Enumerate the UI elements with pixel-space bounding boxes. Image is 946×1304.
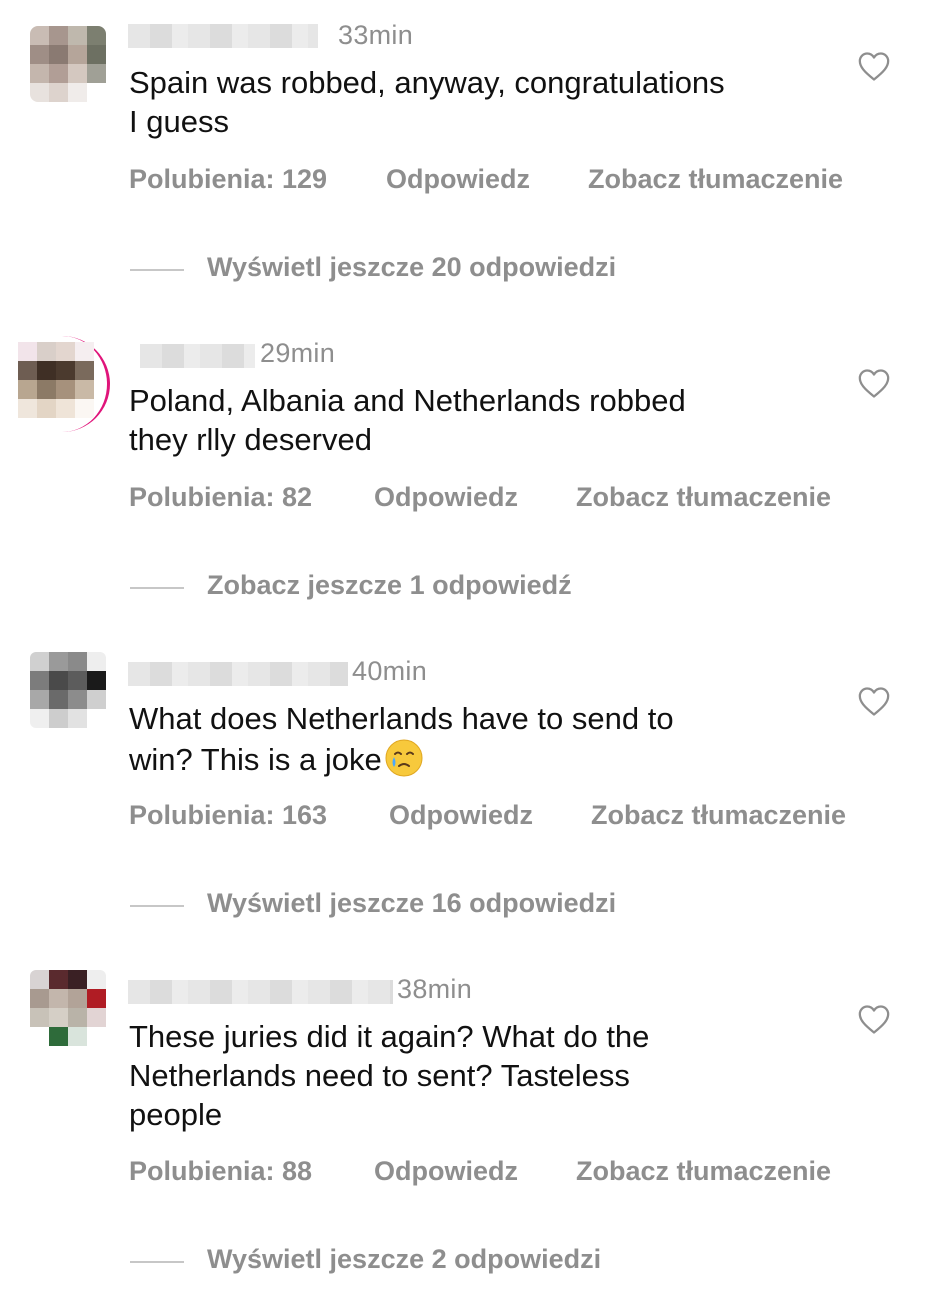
comment-time: 38min [397,974,473,1004]
comment-time: 40min [352,656,428,686]
likes-count[interactable]: Polubienia: 129 [129,164,327,195]
avatar[interactable] [30,26,106,102]
divider-line [130,269,184,271]
comment-time: 29min [260,338,336,368]
avatar[interactable] [30,970,106,1046]
likes-count[interactable]: Polubienia: 82 [129,482,312,513]
view-replies-label: Wyświetl jeszcze 16 odpowiedzi [207,888,617,918]
comment-time: 33min [338,20,414,50]
divider-line [130,587,184,589]
heart-outline-icon[interactable] [857,50,891,82]
likes-count[interactable]: Polubienia: 163 [129,800,327,831]
see-translation-button[interactable]: Zobacz tłumaczenie [591,800,846,831]
avatar[interactable] [18,342,94,418]
see-translation-button[interactable]: Zobacz tłumaczenie [576,1156,831,1187]
reply-button[interactable]: Odpowiedz [386,164,530,195]
username-redacted[interactable] [140,344,255,368]
view-replies-label: Zobacz jeszcze 1 odpowiedź [207,570,572,600]
view-replies-label: Wyświetl jeszcze 20 odpowiedzi [207,252,617,282]
likes-count[interactable]: Polubienia: 88 [129,1156,312,1187]
see-translation-button[interactable]: Zobacz tłumaczenie [588,164,843,195]
see-translation-button[interactable]: Zobacz tłumaczenie [576,482,831,513]
comment-text: These juries did it again? What do the N… [129,1019,650,1132]
divider-line [130,1261,184,1263]
divider-line [130,905,184,907]
username-redacted[interactable] [128,662,348,686]
reply-button[interactable]: Odpowiedz [374,482,518,513]
view-replies-label: Wyświetl jeszcze 2 odpowiedzi [207,1244,602,1274]
reply-button[interactable]: Odpowiedz [389,800,533,831]
comment-text: What does Netherlands have to send to wi… [129,699,829,779]
username-redacted[interactable] [128,980,393,1004]
comment-text: Poland, Albania and Netherlands robbed t… [129,383,686,457]
comment-text: Spain was robbed, anyway, congratulation… [129,65,725,139]
heart-outline-icon[interactable] [857,685,891,717]
reply-button[interactable]: Odpowiedz [374,1156,518,1187]
username-redacted[interactable] [128,24,318,48]
heart-outline-icon[interactable] [857,1003,891,1035]
avatar[interactable] [30,652,106,728]
heart-outline-icon[interactable] [857,367,891,399]
face-holding-back-tears-icon [385,739,423,777]
